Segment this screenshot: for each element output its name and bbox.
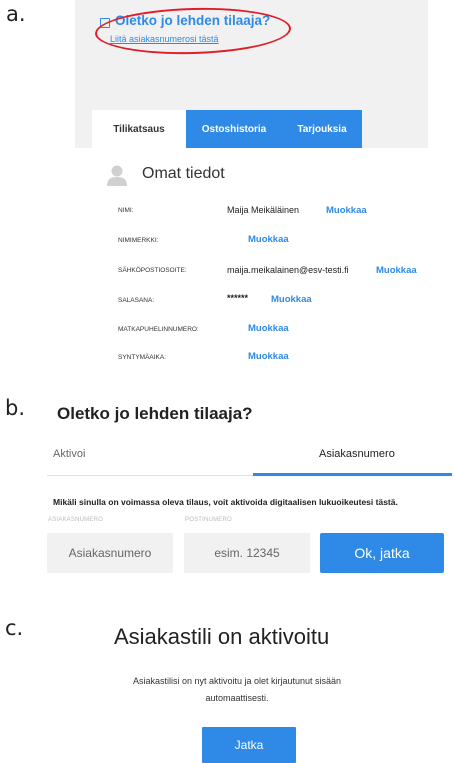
postal-code-input[interactable] (184, 533, 310, 573)
panel-label-b: b. (5, 396, 26, 420)
edit-email-link[interactable]: Muokkaa (376, 265, 417, 276)
tab-purchase-history[interactable]: Ostoshistoria (186, 110, 282, 148)
panel-label-a: a. (6, 2, 26, 26)
activation-title: Oletko jo lehden tilaaja? (57, 404, 253, 423)
field-value-email: maija.meikalainen@esv-testi.fi (227, 265, 349, 275)
tab-divider (47, 475, 253, 476)
tab-customer-number[interactable]: Asiakasnumero (319, 448, 395, 460)
continue-button[interactable]: Ok, jatka (320, 533, 444, 573)
continue-button-final[interactable]: Jatka (202, 727, 296, 763)
edit-name-link[interactable]: Muokkaa (326, 205, 367, 216)
activated-title: Asiakastili on aktivoitu (114, 624, 330, 649)
tab-account-overview[interactable]: Tilikatsaus (92, 110, 186, 148)
field-label-email: SÄHKÖPOSTIOSOITE: (118, 267, 187, 274)
customer-number-caption: ASIAKASNUMERO (48, 517, 103, 523)
customer-number-input[interactable] (47, 533, 173, 573)
section-title-own-info: Omat tiedot (142, 165, 225, 182)
field-label-password: SALASANA: (118, 297, 155, 304)
field-label-mobile: MATKAPUHELINNUMERO: (118, 326, 199, 333)
activated-message: Asiakastilisi on nyt aktivoitu ja olet k… (132, 676, 342, 703)
active-tab-indicator (253, 473, 452, 476)
user-icon (107, 165, 127, 186)
tab-offers[interactable]: Tarjouksia (282, 110, 362, 148)
field-value-name: Maija Meikäläinen (227, 205, 300, 215)
tab-activate[interactable]: Aktivoi (53, 448, 85, 460)
panel-label-c: c. (5, 616, 24, 640)
field-label-nickname: NIMIMERKKI: (118, 237, 159, 244)
edit-nickname-link[interactable]: Muokkaa (248, 234, 289, 245)
edit-mobile-link[interactable]: Muokkaa (248, 323, 289, 334)
field-value-password: ****** (227, 293, 249, 303)
edit-password-link[interactable]: Muokkaa (271, 294, 312, 305)
activation-description: Mikäli sinulla on voimassa oleva tilaus,… (53, 497, 398, 507)
field-label-birthdate: SYNTYMÄAIKA: (118, 354, 167, 361)
edit-birthdate-link[interactable]: Muokkaa (248, 351, 289, 362)
postal-code-caption: POSTINUMERO (185, 517, 232, 523)
field-label-name: NIMI: (118, 207, 134, 214)
